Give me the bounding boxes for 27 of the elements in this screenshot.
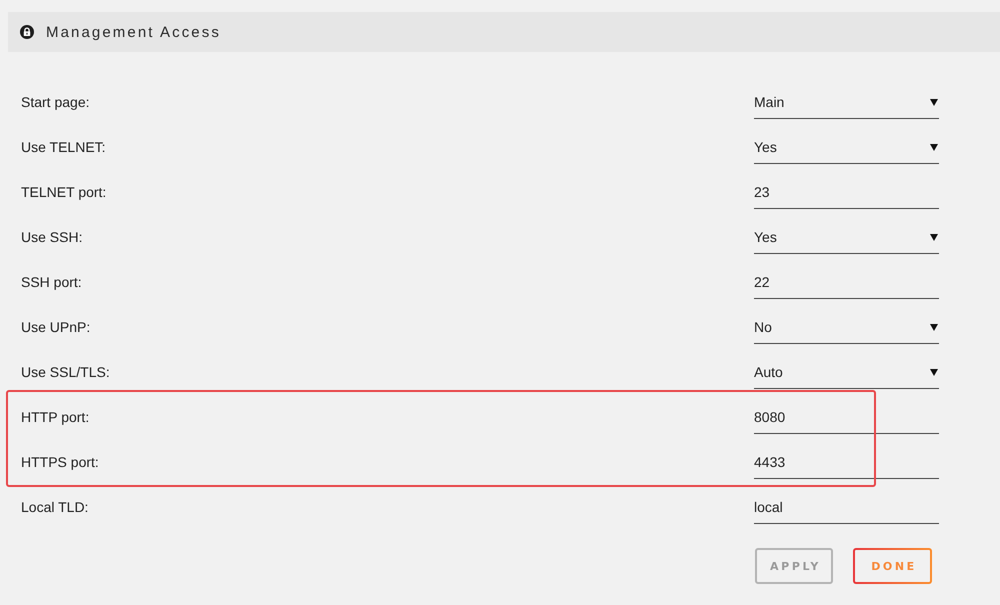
field-label: HTTPS port: [21,453,99,471]
field-label: Use UPnP: [21,318,90,336]
field-label: Use SSH: [21,228,82,246]
text-field[interactable]: 23 [754,177,939,209]
select-field[interactable]: Auto [754,357,939,389]
caret-icon [930,368,938,376]
select-field[interactable]: Yes [754,132,939,164]
field-label: Local TLD: [21,498,88,516]
field-label: Start page: [21,93,90,111]
caret-icon [930,144,938,150]
select-field[interactable]: Yes [754,222,939,254]
section-title: Management Access [46,24,221,40]
field-label: SSH port: [21,273,82,291]
text-field[interactable]: 8080 [754,402,939,434]
field-label: TELNET port: [21,183,106,201]
field-label: Use TELNET: [21,138,106,156]
text-field[interactable]: local [754,492,939,524]
text-field[interactable]: 4433 [754,447,939,479]
field-label: HTTP port: [21,408,90,426]
caret-icon [930,98,938,106]
caret-icon [930,324,938,330]
field-label: Use SSL/TLS: [21,363,110,381]
text-field[interactable]: 22 [754,267,939,299]
lock-icon [20,25,34,39]
select-field[interactable]: Main [754,87,939,119]
caret-icon [930,234,938,240]
select-field[interactable]: No [754,312,939,344]
